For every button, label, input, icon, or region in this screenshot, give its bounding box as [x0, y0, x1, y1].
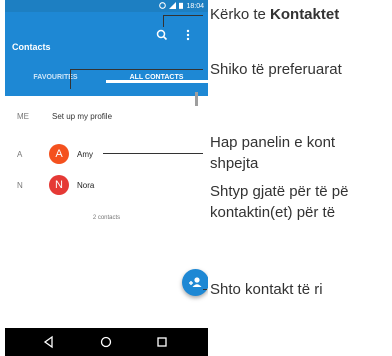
- status-bar: 18:04: [5, 0, 208, 12]
- app-bar: Contacts FAVOURITES ALL CONTACTS: [5, 12, 208, 96]
- annotation-add-contact: Shto kontakt të ri: [210, 281, 323, 298]
- annotation-favourites: Shiko të preferuarat: [210, 61, 342, 78]
- callout-line: [103, 153, 203, 154]
- search-icon[interactable]: [155, 28, 169, 42]
- more-options-icon[interactable]: [181, 28, 195, 42]
- tab-indicator: [106, 80, 208, 83]
- contact-name: Amy: [77, 150, 93, 159]
- app-title: Contacts: [12, 42, 51, 52]
- contact-row[interactable]: N N Nora: [5, 171, 208, 199]
- annotation-search-contacts: Kërko te Kontaktet: [210, 6, 339, 23]
- annotation-panel-line2: shpejta: [210, 155, 259, 172]
- battery-icon: [179, 2, 184, 11]
- avatar: A: [49, 144, 69, 164]
- profile-row[interactable]: ME Set up my profile: [5, 104, 208, 132]
- section-letter: ME: [17, 112, 29, 121]
- annotation-bold-text: Kontaktet: [270, 6, 340, 23]
- annotation-hold-line2: kontaktin(et) për të: [210, 204, 336, 221]
- contact-name: Nora: [77, 181, 95, 190]
- scrollbar-thumb[interactable]: [195, 92, 198, 106]
- annotation-panel-line1: Hap panelin e kont: [210, 134, 336, 151]
- signal-icon: [169, 2, 177, 11]
- contacts-count: 2 contacts: [92, 215, 121, 221]
- navigation-bar: [5, 328, 208, 356]
- callout-line: [70, 69, 203, 70]
- setup-profile-text: Set up my profile: [52, 112, 113, 121]
- section-letter: N: [17, 181, 23, 190]
- status-time: 18:04: [186, 3, 204, 10]
- avatar: N: [49, 175, 69, 195]
- add-contact-button[interactable]: [182, 269, 208, 296]
- sync-icon: [159, 2, 167, 11]
- back-icon[interactable]: [42, 335, 56, 349]
- phone-screen: 18:04 Contacts FAVOURITES ALL CONTACTS M…: [5, 0, 208, 356]
- callout-line: [203, 289, 207, 290]
- contact-row[interactable]: A A Amy: [5, 140, 208, 168]
- callout-line: [163, 15, 164, 27]
- callout-line: [163, 15, 203, 16]
- section-letter: A: [17, 150, 23, 159]
- home-icon[interactable]: [99, 335, 113, 349]
- callout-line: [70, 69, 71, 89]
- annotation-text: Kërko te: [210, 6, 271, 23]
- add-person-icon: [182, 277, 208, 300]
- recents-icon[interactable]: [155, 335, 169, 349]
- annotation-hold-line1: Shtyp gjatë për të pë: [210, 183, 349, 200]
